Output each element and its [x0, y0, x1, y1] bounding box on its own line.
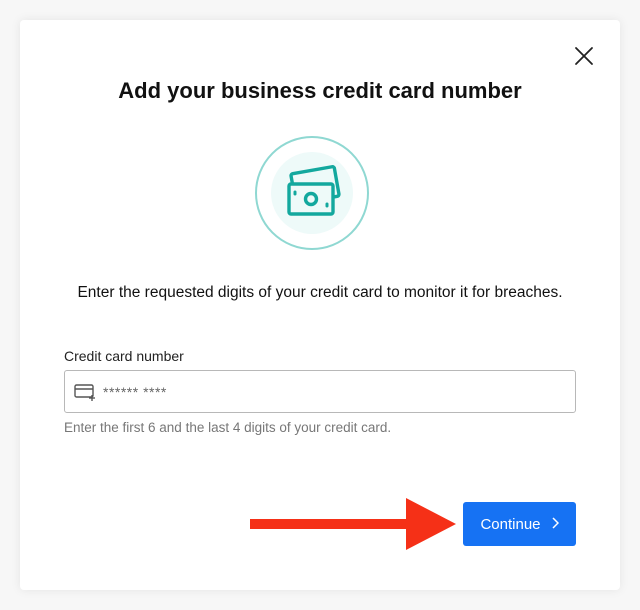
modal-title: Add your business credit card number: [118, 78, 522, 103]
card-number-input[interactable]: [103, 371, 563, 412]
chevron-right-icon: [551, 516, 559, 533]
credit-card-modal: Add your business credit card number Ent…: [20, 20, 620, 590]
modal-description: Enter the requested digits of your credi…: [77, 284, 563, 301]
close-icon: [575, 47, 593, 65]
card-number-field[interactable]: [64, 370, 576, 413]
card-number-label: Credit card number: [64, 348, 184, 364]
annotation-arrow: [250, 498, 456, 550]
card-number-helper: Enter the first 6 and the last 4 digits …: [64, 420, 392, 435]
continue-button[interactable]: Continue: [463, 502, 576, 546]
close-button[interactable]: [572, 44, 596, 68]
illustration: [255, 136, 369, 250]
continue-label: Continue: [480, 515, 541, 533]
credit-card-add-icon: [74, 384, 95, 401]
money-bills-icon: [287, 165, 341, 216]
